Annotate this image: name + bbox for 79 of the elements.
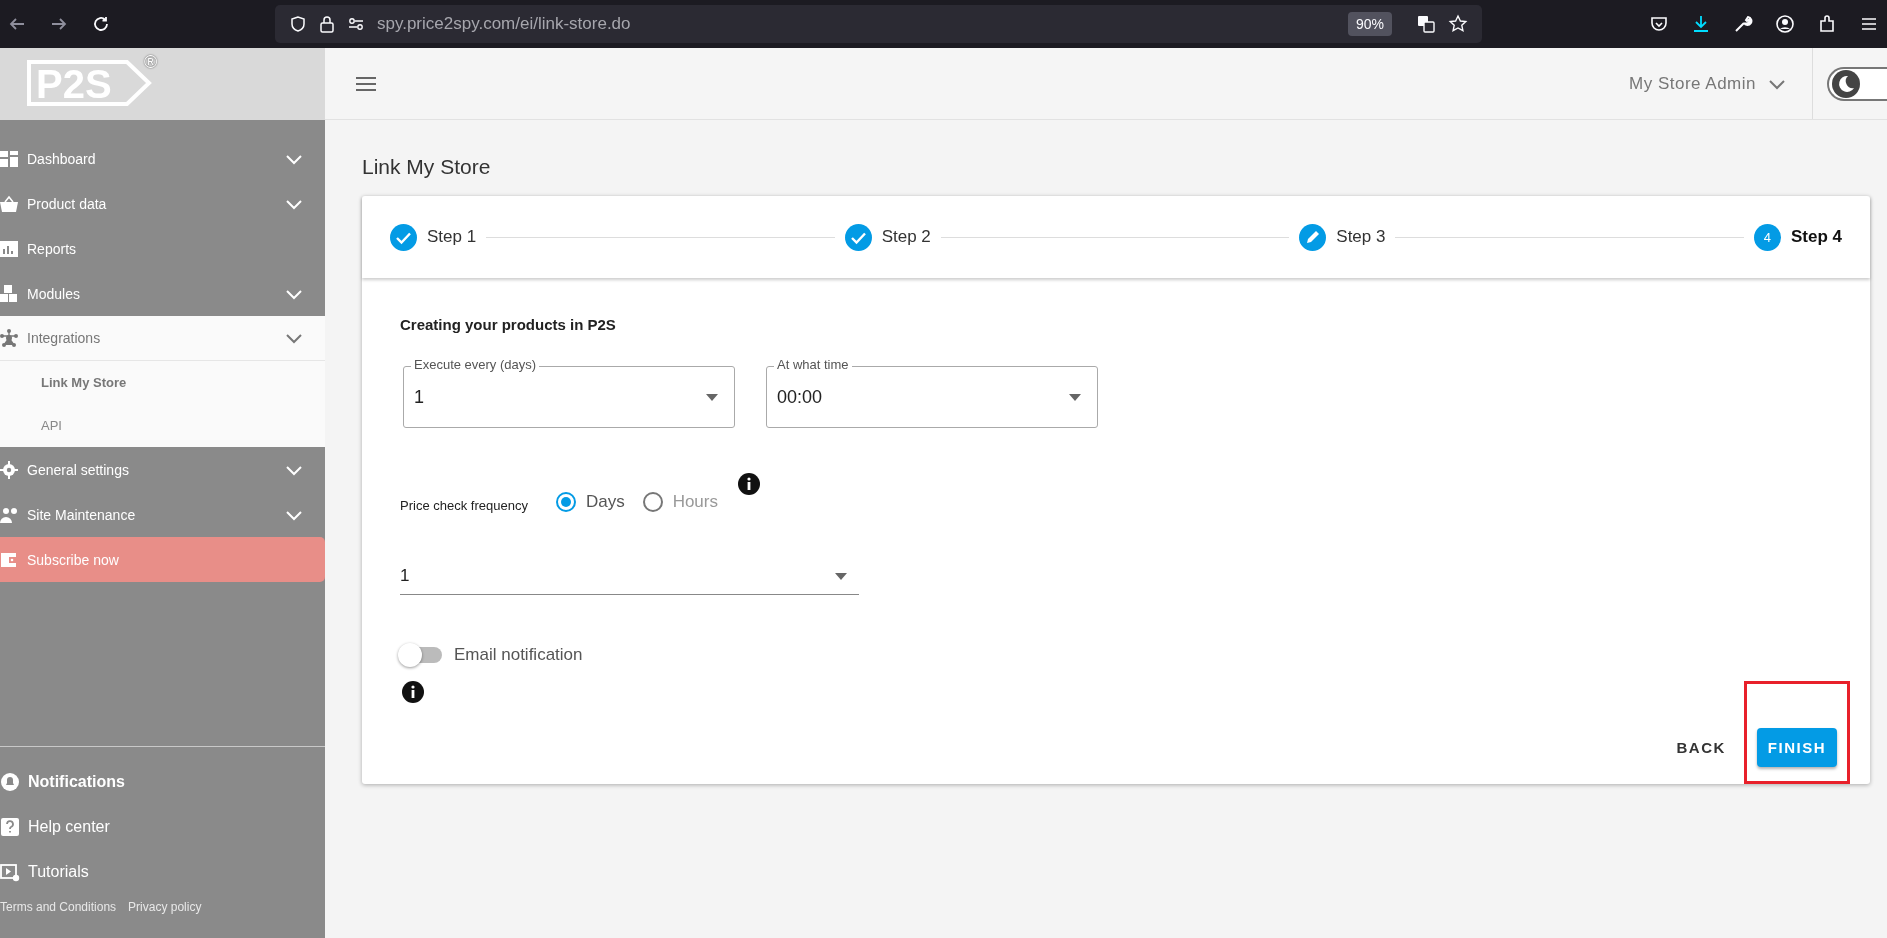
zoom-level[interactable]: 90%: [1347, 12, 1392, 36]
account-icon[interactable]: [1775, 14, 1795, 34]
registered-mark: ®: [144, 52, 158, 73]
email-toggle[interactable]: Email notification: [400, 645, 583, 665]
pocket-icon[interactable]: [1649, 14, 1669, 34]
moon-icon: [1831, 68, 1861, 99]
address-bar[interactable]: spy.price2spy.com/ei/link-store.do 90%: [275, 5, 1482, 43]
select-field[interactable]: 1: [400, 566, 859, 595]
video-icon: [0, 861, 20, 882]
chevron-down-icon: [285, 332, 303, 344]
sidebar-item[interactable]: Product data: [0, 181, 325, 226]
step-number: 4: [1753, 223, 1781, 251]
sidebar-label: Modules: [27, 285, 81, 302]
sidebar-item[interactable]: Modules: [0, 271, 325, 316]
theme-toggle[interactable]: [1827, 66, 1887, 101]
toggle-label: Email notification: [454, 645, 583, 665]
chevron-down-icon: [285, 152, 303, 165]
url-text: spy.price2spy.com/ei/link-store.do: [377, 14, 632, 34]
sidebar-label: Site Maintenance: [27, 506, 137, 523]
dropdown-arrow-icon: [1069, 393, 1081, 401]
sidebar-label: General settings: [27, 461, 130, 478]
sidebar-link[interactable]: Notifications: [0, 759, 325, 804]
star-icon[interactable]: [1448, 14, 1468, 34]
info-icon[interactable]: [738, 472, 760, 495]
radio-option[interactable]: Days: [555, 491, 625, 512]
basket-icon: [0, 194, 18, 213]
check-circle-icon: [844, 223, 872, 251]
sidebar-link[interactable]: Tutorials: [0, 849, 325, 894]
radio-option[interactable]: Hours: [642, 491, 718, 512]
sidebar-item[interactable]: Subscribe now: [0, 537, 325, 582]
cubes-icon: [0, 284, 18, 303]
network-icon: [0, 329, 18, 347]
chevron-down-icon: [285, 463, 303, 476]
footer-link[interactable]: Privacy policy: [128, 900, 202, 914]
back-button[interactable]: BACK: [1668, 729, 1734, 766]
user-menu[interactable]: My Store Admin: [1629, 73, 1812, 94]
submenu-item[interactable]: Link My Store: [0, 361, 325, 404]
dashboard-icon: [0, 149, 18, 168]
translate-icon[interactable]: [1416, 14, 1436, 34]
submenu-item[interactable]: API: [0, 404, 325, 447]
field-label: Price check frequency: [400, 498, 528, 513]
shield-icon[interactable]: [289, 15, 307, 33]
chevron-down-icon: [285, 287, 303, 300]
check-circle-icon: [390, 223, 417, 251]
menu-icon[interactable]: [355, 75, 377, 92]
sidebar-item[interactable]: Integrations: [0, 316, 325, 361]
info-icon[interactable]: [402, 681, 424, 703]
sidebar-link[interactable]: Help center: [0, 804, 325, 849]
permissions-icon[interactable]: [347, 15, 365, 33]
wallet-icon: [0, 550, 18, 569]
footer-link[interactable]: Terms and Conditions: [0, 900, 117, 914]
step[interactable]: 4 Step 4: [1753, 223, 1842, 251]
sidebar-item[interactable]: Site Maintenance: [0, 492, 325, 537]
sidebar-label: Subscribe now: [27, 551, 120, 568]
dropdown-arrow-icon: [835, 572, 847, 580]
download-icon[interactable]: [1691, 14, 1711, 34]
bar-chart-icon: [0, 239, 18, 258]
people-icon: [0, 505, 18, 524]
page-title: Link My Store: [362, 155, 492, 179]
sidebar-label: Integrations: [27, 330, 102, 346]
section-title: Creating your products in P2S: [400, 316, 616, 333]
chevron-down-icon: [285, 508, 303, 521]
sidebar-label: Product data: [27, 195, 108, 212]
sidebar-item[interactable]: General settings: [0, 447, 325, 492]
step[interactable]: Step 1: [390, 223, 477, 251]
chevron-down-icon: [285, 197, 303, 210]
sidebar-item[interactable]: Dashboard: [0, 136, 325, 181]
reload-icon[interactable]: [92, 15, 110, 33]
sidebar-label: Dashboard: [27, 150, 97, 167]
step[interactable]: Step 2: [844, 223, 931, 251]
chevron-down-icon: [1768, 77, 1786, 90]
pencil-circle-icon: [1299, 223, 1327, 251]
sidebar-label: Reports: [27, 240, 78, 257]
dropdown-arrow-icon: [706, 393, 718, 401]
finish-button[interactable]: FINISH: [1756, 728, 1837, 767]
lock-icon[interactable]: [319, 15, 335, 33]
sidebar-item[interactable]: Reports: [0, 226, 325, 271]
step[interactable]: Step 3: [1299, 223, 1386, 251]
extensions-icon[interactable]: [1817, 14, 1837, 34]
